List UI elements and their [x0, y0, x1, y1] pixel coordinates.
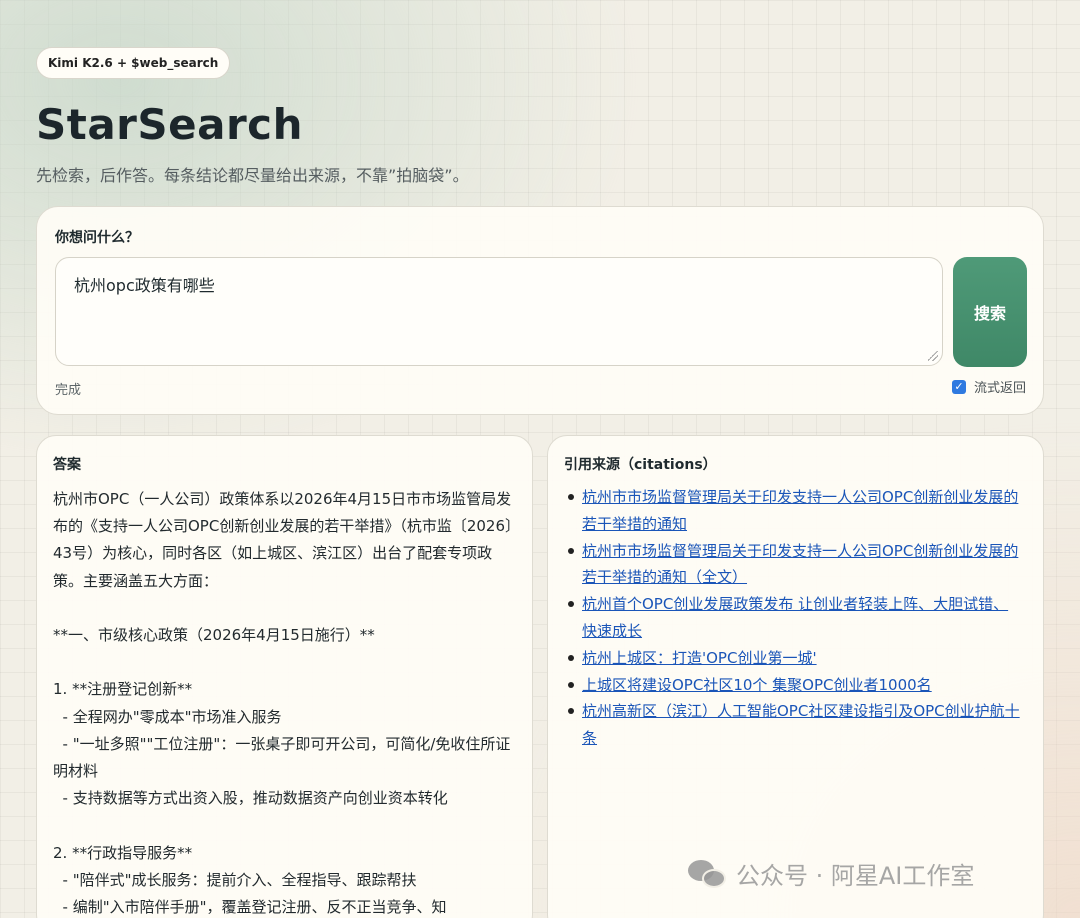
ask-card: 你想问什么？ 杭州opc政策有哪些 搜索 完成 ✓ 流式返回 [36, 206, 1044, 415]
page-subtitle: 先检索，后作答。每条结论都尽量给出来源，不靠”拍脑袋”。 [36, 166, 469, 185]
citations-panel: 引用来源（citations） 杭州市市场监督管理局关于印发支持一人公司OPC创… [547, 435, 1044, 918]
status-text: 完成 [55, 383, 82, 398]
stream-toggle[interactable]: ✓ 流式返回 [951, 377, 1026, 396]
question-label: 你想问什么？ [55, 230, 139, 246]
answer-title: 答案 [53, 457, 81, 473]
citation-link[interactable]: 杭州上城区：打造'OPC创业第一城' [582, 649, 817, 667]
citation-link[interactable]: 杭州首个OPC创业发展政策发布 让创业者轻装上阵、大胆试错、快速成长 [582, 595, 1008, 640]
watermark-text: 公众号 · 阿星AI工作室 [736, 862, 975, 890]
checkmark-icon[interactable]: ✓ [951, 379, 966, 394]
citation-item: 杭州上城区：打造'OPC创业第一城' [568, 645, 1022, 672]
citation-link[interactable]: 杭州高新区（滨江）人工智能OPC社区建设指引及OPC创业护航十条 [582, 702, 1020, 747]
citation-item: 上城区将建设OPC社区10个 集聚OPC创业者1000名 [568, 672, 1022, 699]
citation-item: 杭州高新区（滨江）人工智能OPC社区建设指引及OPC创业护航十条 [568, 698, 1022, 752]
query-input[interactable]: 杭州opc政策有哪些 [55, 257, 943, 366]
citations-title: 引用来源（citations） [564, 457, 717, 473]
answer-text: 杭州市OPC（一人公司）政策体系以2026年4月15日市市场监管局发布的《支持一… [53, 490, 513, 917]
resize-handle-icon[interactable] [928, 351, 938, 361]
citation-link[interactable]: 杭州市市场监督管理局关于印发支持一人公司OPC创新创业发展的若干举措的通知（全文… [582, 542, 1018, 587]
wechat-icon [688, 858, 728, 890]
watermark: 公众号 · 阿星AI工作室 [688, 856, 974, 891]
citation-item: 杭州市市场监督管理局关于印发支持一人公司OPC创新创业发展的若干举措的通知 [568, 484, 1022, 538]
model-badge: Kimi K2.6 + $web_search [36, 47, 231, 79]
citation-link[interactable]: 杭州市市场监督管理局关于印发支持一人公司OPC创新创业发展的若干举措的通知 [582, 488, 1018, 533]
citations-list: 杭州市市场监督管理局关于印发支持一人公司OPC创新创业发展的若干举措的通知 杭州… [568, 484, 1022, 752]
stream-label: 流式返回 [973, 381, 1026, 396]
search-button[interactable]: 搜索 [953, 257, 1027, 367]
page-title: StarSearch [36, 100, 303, 149]
citation-link[interactable]: 上城区将建设OPC社区10个 集聚OPC创业者1000名 [582, 676, 932, 694]
query-text: 杭州opc政策有哪些 [74, 276, 215, 295]
citation-item: 杭州市市场监督管理局关于印发支持一人公司OPC创新创业发展的若干举措的通知（全文… [568, 538, 1022, 592]
answer-panel: 答案 杭州市OPC（一人公司）政策体系以2026年4月15日市市场监管局发布的《… [36, 435, 533, 918]
citation-item: 杭州首个OPC创业发展政策发布 让创业者轻装上阵、大胆试错、快速成长 [568, 591, 1022, 645]
